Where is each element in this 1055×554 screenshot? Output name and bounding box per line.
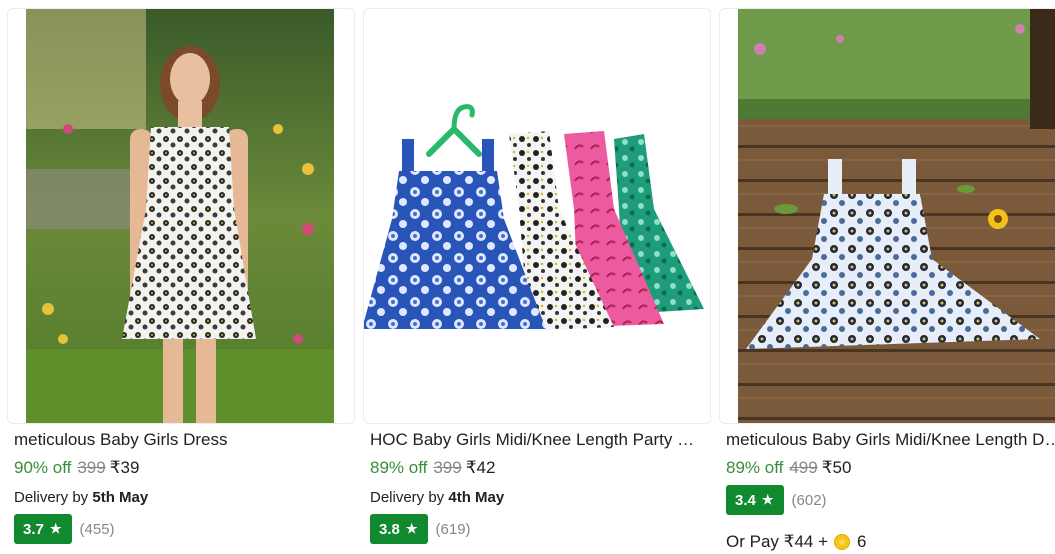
discount-percent: 89% off xyxy=(370,458,428,477)
rating-value: 3.7 xyxy=(23,520,44,538)
rating-badge: 3.8 ★ xyxy=(370,514,428,544)
delivery-info: Delivery by 5th May xyxy=(14,488,148,508)
price-row: 89% off 499 ₹50 xyxy=(726,457,851,479)
or-pay-plus: + xyxy=(818,532,829,551)
discount-percent: 90% off xyxy=(14,458,72,477)
product-title[interactable]: HOC Baby Girls Midi/Knee Length Party Dr… xyxy=(370,429,706,451)
product-image-frame[interactable] xyxy=(719,8,1055,424)
delivery-label: Delivery by xyxy=(370,489,445,506)
discount-percent: 89% off xyxy=(726,458,784,477)
rating-badge: 3.4 ★ xyxy=(726,485,784,515)
rating-count: (602) xyxy=(791,491,827,509)
star-icon: ★ xyxy=(761,492,774,507)
delivery-label: Delivery by xyxy=(14,489,89,506)
price-row: 89% off 399 ₹42 xyxy=(370,457,495,479)
rating-value: 3.8 xyxy=(379,520,400,538)
product-title[interactable]: meticulous Baby Girls Dress xyxy=(14,429,350,451)
delivery-date: 4th May xyxy=(448,489,505,506)
selling-price: ₹50 xyxy=(821,458,852,477)
or-pay-coins: 6 xyxy=(857,532,867,551)
product-image-frame[interactable] xyxy=(363,8,711,424)
selling-price: ₹42 xyxy=(465,458,496,477)
product-image-frame[interactable] xyxy=(7,8,355,424)
rating-row: 3.4 ★ (602) xyxy=(726,485,827,515)
or-pay-amount: ₹44 xyxy=(783,532,814,551)
rating-value: 3.4 xyxy=(735,491,756,509)
delivery-date: 5th May xyxy=(92,489,149,506)
product-title[interactable]: meticulous Baby Girls Midi/Knee Length D… xyxy=(726,429,1055,451)
original-price: 399 xyxy=(433,458,462,477)
rating-row: 3.8 ★ (619) xyxy=(370,514,471,544)
or-pay-offer: Or Pay ₹44 + 6 xyxy=(726,531,867,553)
or-pay-label: Or Pay xyxy=(726,532,779,551)
rating-badge: 3.7 ★ xyxy=(14,514,72,544)
supercoin-icon xyxy=(834,534,851,550)
rating-row: 3.7 ★ (455) xyxy=(14,514,115,544)
dress-on-wooden-deck-photo xyxy=(738,9,1055,423)
product-card[interactable]: meticulous Baby Girls Midi/Knee Length D… xyxy=(719,0,1055,554)
star-icon: ★ xyxy=(49,521,62,536)
four-girls-dresses-photo xyxy=(364,9,710,423)
star-icon: ★ xyxy=(405,521,418,536)
price-row: 90% off 399 ₹39 xyxy=(14,457,139,479)
rating-count: (619) xyxy=(435,520,471,538)
product-card[interactable]: meticulous Baby Girls Dress 90% off 399 ₹3… xyxy=(7,0,355,554)
woman-in-floral-dress-photo xyxy=(26,9,334,423)
delivery-info: Delivery by 4th May xyxy=(370,488,504,508)
original-price: 499 xyxy=(789,458,818,477)
original-price: 399 xyxy=(77,458,106,477)
product-card[interactable]: HOC Baby Girls Midi/Knee Length Party Dr… xyxy=(363,0,711,554)
selling-price: ₹39 xyxy=(109,458,140,477)
rating-count: (455) xyxy=(79,520,115,538)
